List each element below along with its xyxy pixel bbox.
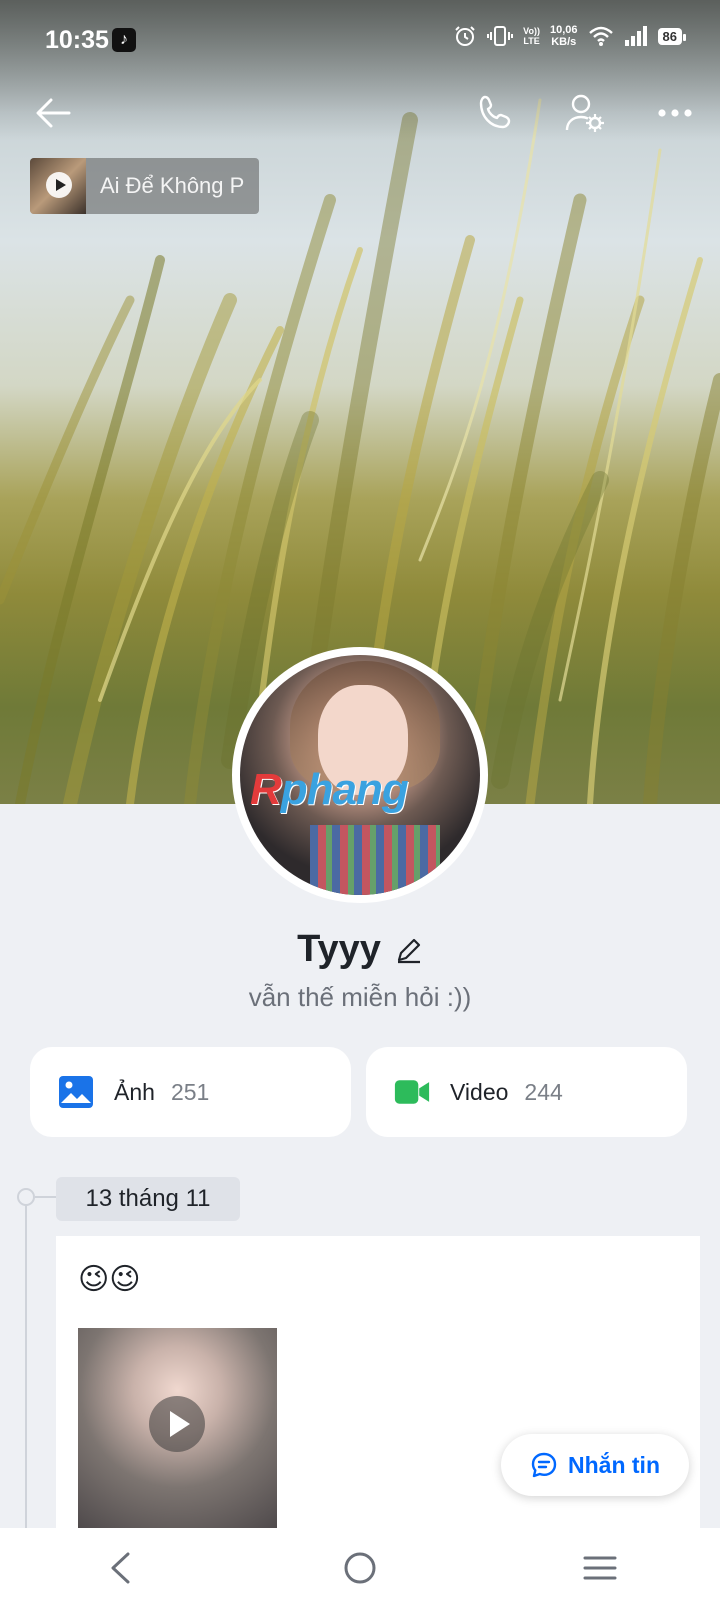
status-icons: Vo)) LTE 10,06 KB/s 86 <box>453 24 687 48</box>
post-video-thumbnail[interactable] <box>78 1328 277 1536</box>
profile-settings-button[interactable] <box>560 88 610 138</box>
chevron-left-icon <box>111 1552 130 1584</box>
music-title: Ai Để Không P <box>100 173 245 198</box>
timeline-connector <box>35 1196 57 1198</box>
avatar-watermark: Rphang <box>250 765 409 814</box>
chat-bubble-icon <box>531 1452 557 1478</box>
phone-icon <box>479 95 511 129</box>
more-options-button[interactable] <box>650 88 700 138</box>
arrow-left-icon <box>36 98 71 128</box>
timeline-line <box>25 1196 27 1536</box>
image-icon <box>58 1074 94 1110</box>
tiktok-notification-icon: ♪ <box>112 28 136 52</box>
system-back-button[interactable] <box>90 1538 150 1598</box>
timeline-date: 13 tháng 11 <box>56 1177 240 1221</box>
vibrate-icon <box>487 26 514 46</box>
system-menu-button[interactable] <box>570 1538 630 1598</box>
edit-pencil-icon[interactable] <box>395 936 423 964</box>
system-home-button[interactable] <box>330 1538 390 1598</box>
timeline-dot <box>17 1188 35 1206</box>
profile-name-row: Tyyy <box>0 928 720 971</box>
battery-level: 86 <box>657 27 687 45</box>
status-bar: 10:35 ♪ Vo)) LTE 10,06 KB/s 86 <box>0 0 720 80</box>
photos-count: 251 <box>170 1078 210 1105</box>
post-text: 😉😉 <box>78 1263 141 1296</box>
back-button[interactable] <box>28 88 78 138</box>
avatar[interactable]: Rphang <box>232 647 488 903</box>
home-circle-icon <box>344 1552 376 1584</box>
profile-music-chip[interactable]: Ai Để Không P <box>30 158 259 214</box>
call-button[interactable] <box>470 88 520 138</box>
photos-label: Ảnh <box>114 1078 155 1105</box>
music-thumbnail <box>30 158 86 214</box>
videos-label: Video <box>450 1078 509 1105</box>
profile-name: Tyyy <box>297 928 381 970</box>
video-camera-icon <box>394 1074 430 1110</box>
more-horizontal-icon <box>658 109 692 117</box>
message-button[interactable]: Nhắn tin <box>501 1434 689 1496</box>
alarm-icon <box>455 26 475 46</box>
system-navigation-bar <box>0 1528 720 1608</box>
network-speed: 10,06 KB/s <box>550 24 578 48</box>
message-button-label: Nhắn tin <box>568 1451 660 1478</box>
photos-card[interactable]: Ảnh 251 <box>30 1047 351 1137</box>
avatar-photo: Rphang <box>240 655 480 895</box>
menu-icon <box>583 1556 617 1580</box>
status-time: 10:35 <box>45 26 109 54</box>
videos-card[interactable]: Video 244 <box>366 1047 687 1137</box>
user-settings-icon <box>565 94 604 132</box>
volte-indicator: Vo)) LTE <box>523 26 540 46</box>
wifi-icon <box>588 26 613 46</box>
videos-count: 244 <box>524 1078 563 1105</box>
play-icon <box>46 172 72 198</box>
signal-icon <box>624 26 647 46</box>
profile-bio: vẫn thế miễn hỏi :)) <box>248 982 472 1012</box>
play-icon <box>149 1396 205 1452</box>
